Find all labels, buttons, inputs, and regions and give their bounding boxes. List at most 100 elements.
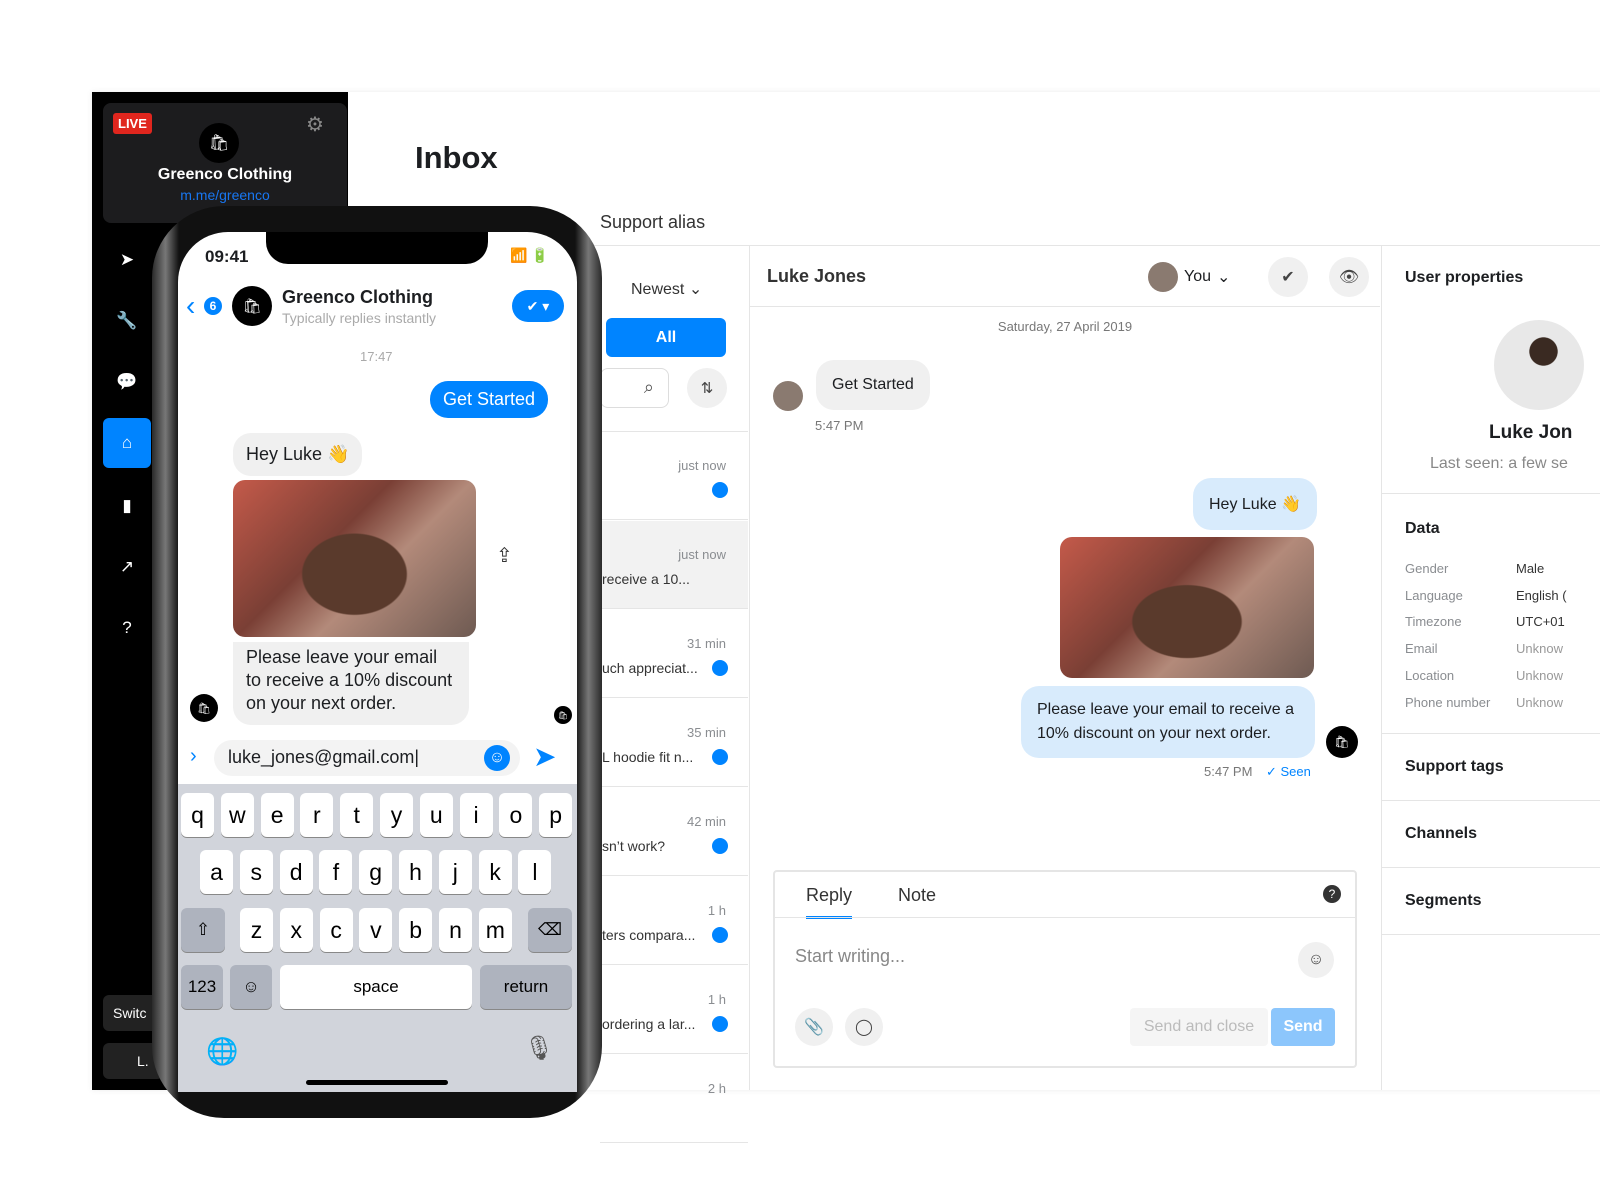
back-icon[interactable]: ‹ bbox=[186, 292, 195, 320]
key-u[interactable]: u bbox=[419, 793, 453, 837]
checkmark-icon[interactable]: ✔ bbox=[1268, 257, 1308, 297]
key-r[interactable]: r bbox=[300, 793, 334, 837]
eye-icon[interactable]: 👁 bbox=[1329, 257, 1369, 297]
key-j[interactable]: j bbox=[438, 850, 472, 894]
user-avatar bbox=[773, 381, 803, 411]
send-and-close-button[interactable]: Send and close bbox=[1130, 1008, 1268, 1046]
key-f[interactable]: f bbox=[319, 850, 353, 894]
conversation-item[interactable]: 31 min uch appreciat... bbox=[600, 610, 748, 698]
send-icon[interactable]: ➤ bbox=[533, 740, 556, 773]
page-link[interactable]: m.me/greenco bbox=[103, 187, 347, 203]
key-q[interactable]: q bbox=[181, 793, 214, 837]
shift-key[interactable]: ⇧ bbox=[181, 908, 225, 952]
gear-icon[interactable]: ⚙ bbox=[306, 112, 324, 137]
page-name: Greenco Clothing bbox=[157, 166, 293, 183]
key-k[interactable]: k bbox=[478, 850, 512, 894]
send-icon[interactable]: ➤ bbox=[112, 245, 142, 275]
filter-settings-icon[interactable]: ⇅ bbox=[687, 368, 727, 408]
property-value: Unknow bbox=[1516, 641, 1563, 657]
backspace-key[interactable]: ⌫ bbox=[528, 908, 572, 952]
help-icon[interactable]: ? bbox=[112, 613, 142, 643]
key-a[interactable]: a bbox=[200, 850, 233, 894]
divider bbox=[1381, 246, 1382, 1090]
emoji-key[interactable]: ☺ bbox=[230, 965, 272, 1009]
key-s[interactable]: s bbox=[239, 850, 273, 894]
inbox-icon[interactable]: ⌂ bbox=[103, 418, 151, 468]
send-button[interactable]: Send bbox=[1271, 1008, 1335, 1046]
key-y[interactable]: y bbox=[380, 793, 413, 837]
saved-reply-icon[interactable]: ◯ bbox=[845, 1008, 883, 1046]
key-b[interactable]: b bbox=[399, 908, 433, 952]
divider bbox=[1382, 934, 1600, 935]
phone-message-input[interactable]: luke_jones@gmail.com| bbox=[214, 740, 520, 776]
message-input[interactable]: Start writing... bbox=[795, 946, 905, 967]
conversation-item[interactable]: 2 h bbox=[600, 1055, 748, 1143]
chat-icon[interactable]: 💬 bbox=[112, 367, 142, 397]
page-title: Inbox bbox=[415, 140, 498, 175]
section-segments[interactable]: Segments bbox=[1405, 892, 1481, 910]
shoe-image[interactable] bbox=[233, 480, 476, 637]
emoji-icon[interactable]: ☺ bbox=[1298, 942, 1334, 978]
key-w[interactable]: w bbox=[220, 793, 254, 837]
property-value: Unknow bbox=[1516, 694, 1563, 710]
conversation-preview: receive a 10... bbox=[602, 571, 690, 587]
emoji-icon[interactable]: ☺ bbox=[484, 745, 510, 771]
user-avatar bbox=[1494, 320, 1584, 410]
conversation-item[interactable]: just now bbox=[600, 432, 748, 520]
search-input[interactable]: ⌕ bbox=[600, 368, 669, 408]
key-z[interactable]: z bbox=[240, 908, 273, 952]
key-o[interactable]: o bbox=[499, 793, 533, 837]
key-v[interactable]: v bbox=[359, 908, 393, 952]
key-t[interactable]: t bbox=[340, 793, 374, 837]
numbers-key[interactable]: 123 bbox=[181, 965, 223, 1009]
share-icon[interactable]: ⇪ bbox=[496, 543, 513, 568]
key-m[interactable]: m bbox=[478, 908, 512, 952]
shopping-bag-icon: 🛍 bbox=[199, 123, 239, 163]
trend-icon[interactable]: ↗ bbox=[112, 552, 142, 582]
phone-subtitle: Typically replies instantly bbox=[282, 310, 437, 326]
conversation-item[interactable]: 1 h ordering a lar... bbox=[600, 966, 748, 1054]
section-channels[interactable]: Channels bbox=[1405, 825, 1477, 843]
shoe-image[interactable] bbox=[1060, 537, 1314, 678]
attachment-icon[interactable]: 📎 bbox=[795, 1008, 833, 1046]
globe-icon[interactable]: 🌐 bbox=[206, 1036, 238, 1067]
return-key[interactable]: return bbox=[480, 965, 572, 1009]
conversation-time: 1 h bbox=[707, 903, 726, 918]
key-d[interactable]: d bbox=[279, 850, 313, 894]
conversation-time: 1 h bbox=[707, 992, 726, 1007]
key-i[interactable]: i bbox=[459, 793, 493, 837]
key-n[interactable]: n bbox=[439, 908, 472, 952]
property-value: UTC+01 bbox=[1516, 614, 1565, 630]
expand-icon[interactable]: › bbox=[190, 745, 197, 768]
key-p[interactable]: p bbox=[539, 793, 573, 837]
key-l[interactable]: l bbox=[518, 850, 552, 894]
conversation-item[interactable]: 42 min sn’t work? bbox=[600, 788, 748, 876]
panel-title: User properties bbox=[1405, 269, 1524, 286]
bar-chart-icon[interactable]: ▮ bbox=[112, 491, 142, 521]
tab-note[interactable]: Note bbox=[898, 885, 936, 906]
conversation-item[interactable]: 35 min L hoodie fit n... bbox=[600, 699, 748, 787]
key-g[interactable]: g bbox=[359, 850, 393, 894]
done-dropdown-button[interactable]: ✔ ▾ bbox=[512, 290, 564, 322]
tab-reply[interactable]: Reply bbox=[806, 885, 853, 919]
conversation-time: just now bbox=[678, 458, 726, 473]
section-support-tags[interactable]: Support tags bbox=[1405, 758, 1504, 776]
key-c[interactable]: c bbox=[319, 908, 353, 952]
filter-all-button[interactable]: All bbox=[606, 318, 726, 357]
conversation-item[interactable]: 1 h ters compara... bbox=[600, 877, 748, 965]
key-h[interactable]: h bbox=[399, 850, 432, 894]
tab-support-alias[interactable]: Support alias bbox=[600, 212, 705, 233]
property-label: Timezone bbox=[1405, 614, 1462, 630]
microphone-icon[interactable]: 🎙 bbox=[524, 1034, 554, 1063]
help-icon[interactable]: ? bbox=[1323, 885, 1341, 903]
sort-dropdown[interactable]: Newest ⌄ bbox=[631, 279, 702, 299]
property-label: Email bbox=[1405, 641, 1438, 657]
key-e[interactable]: e bbox=[260, 793, 294, 837]
message-bubble: Please leave your email to receive a 10%… bbox=[1021, 686, 1315, 758]
key-x[interactable]: x bbox=[279, 908, 313, 952]
conversation-time: 35 min bbox=[686, 725, 726, 740]
space-key[interactable]: space bbox=[280, 965, 472, 1009]
wrench-icon[interactable]: 🔧 bbox=[112, 306, 142, 336]
conversation-item[interactable]: just now receive a 10... bbox=[600, 521, 748, 609]
assignee-dropdown[interactable]: You ⌄ bbox=[1148, 262, 1230, 292]
